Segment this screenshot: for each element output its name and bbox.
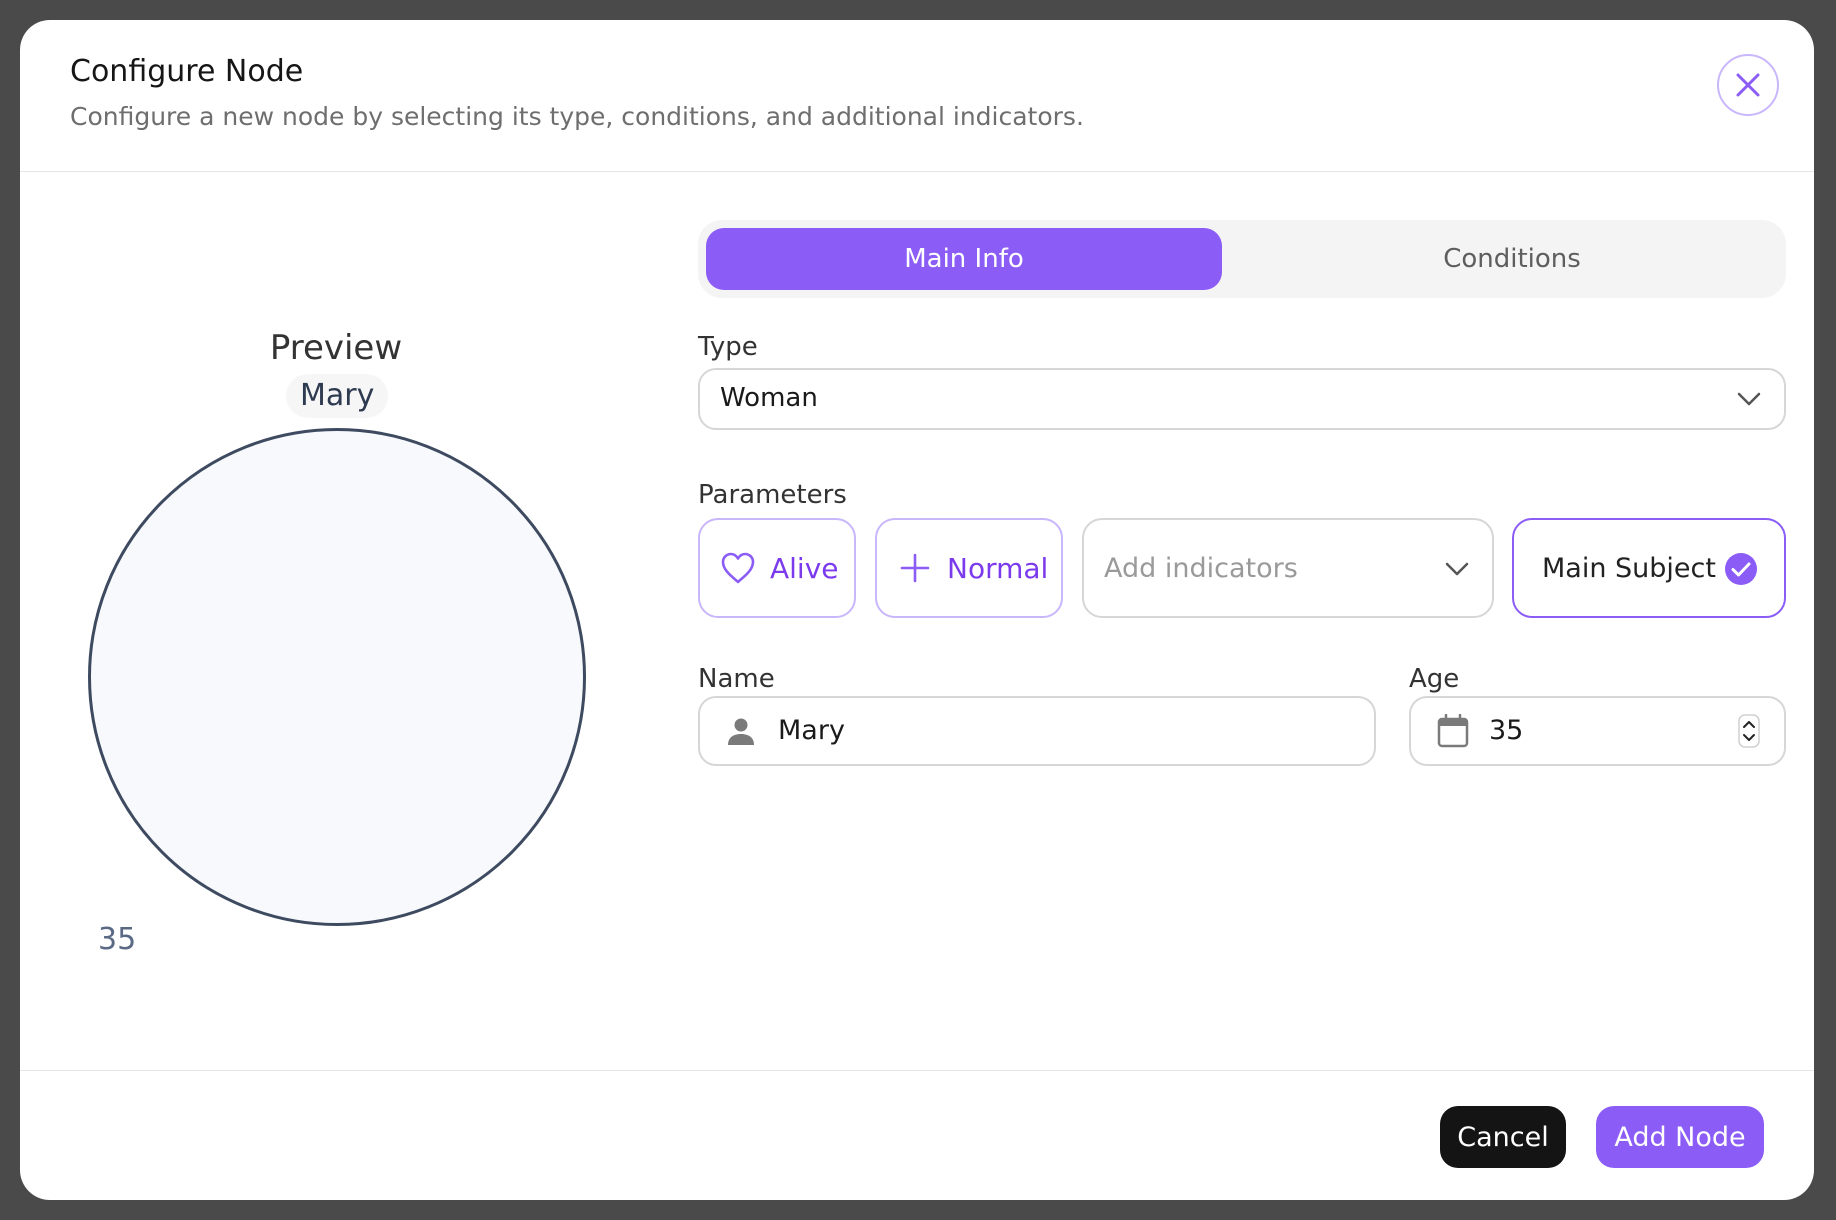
plus-icon bbox=[900, 553, 930, 583]
normal-toggle[interactable]: Normal bbox=[875, 518, 1063, 618]
chevron-down-icon bbox=[1445, 562, 1469, 576]
chevron-down-icon bbox=[1737, 392, 1761, 406]
age-input[interactable]: 35 bbox=[1409, 696, 1786, 766]
main-subject-label: Main Subject bbox=[1542, 552, 1716, 584]
configure-node-dialog: Configure Node Configure a new node by s… bbox=[20, 20, 1814, 1200]
alive-toggle[interactable]: Alive bbox=[698, 518, 856, 618]
age-label: Age bbox=[1409, 664, 1460, 694]
tab-main-info[interactable]: Main Info bbox=[706, 228, 1222, 290]
user-icon bbox=[728, 718, 754, 745]
indicators-placeholder: Add indicators bbox=[1104, 552, 1298, 584]
dialog-title: Configure Node bbox=[70, 54, 304, 89]
parameters-label: Parameters bbox=[698, 480, 847, 510]
preview-age: 35 bbox=[98, 922, 137, 957]
tab-conditions[interactable]: Conditions bbox=[1254, 228, 1770, 290]
name-value: Mary bbox=[778, 715, 845, 746]
calendar-icon bbox=[1437, 714, 1469, 748]
main-subject-toggle[interactable]: Main Subject bbox=[1512, 518, 1786, 618]
normal-label: Normal bbox=[947, 551, 1049, 585]
dialog-subtitle: Configure a new node by selecting its ty… bbox=[70, 102, 1084, 131]
close-icon bbox=[1736, 73, 1760, 97]
name-label: Name bbox=[698, 664, 775, 694]
type-value: Woman bbox=[720, 383, 818, 413]
add-node-button[interactable]: Add Node bbox=[1596, 1106, 1764, 1168]
close-button[interactable] bbox=[1717, 54, 1779, 116]
age-value: 35 bbox=[1489, 715, 1524, 746]
preview-name: Mary bbox=[286, 374, 389, 418]
number-stepper-icon[interactable] bbox=[1738, 714, 1760, 748]
type-select[interactable]: Woman bbox=[698, 368, 1786, 430]
dialog-footer bbox=[20, 1070, 1814, 1071]
heart-icon bbox=[721, 552, 755, 584]
dialog-header: Configure Node Configure a new node by s… bbox=[20, 20, 1814, 172]
name-input[interactable]: Mary bbox=[698, 696, 1376, 766]
cancel-button[interactable]: Cancel bbox=[1440, 1106, 1566, 1168]
check-circle-icon bbox=[1725, 553, 1757, 585]
preview-node-circle bbox=[88, 428, 586, 926]
tab-bar: Main Info Conditions bbox=[698, 220, 1786, 298]
type-label: Type bbox=[698, 332, 758, 362]
add-indicators-select[interactable]: Add indicators bbox=[1082, 518, 1494, 618]
preview-label: Preview bbox=[269, 328, 403, 368]
alive-label: Alive bbox=[770, 551, 839, 585]
